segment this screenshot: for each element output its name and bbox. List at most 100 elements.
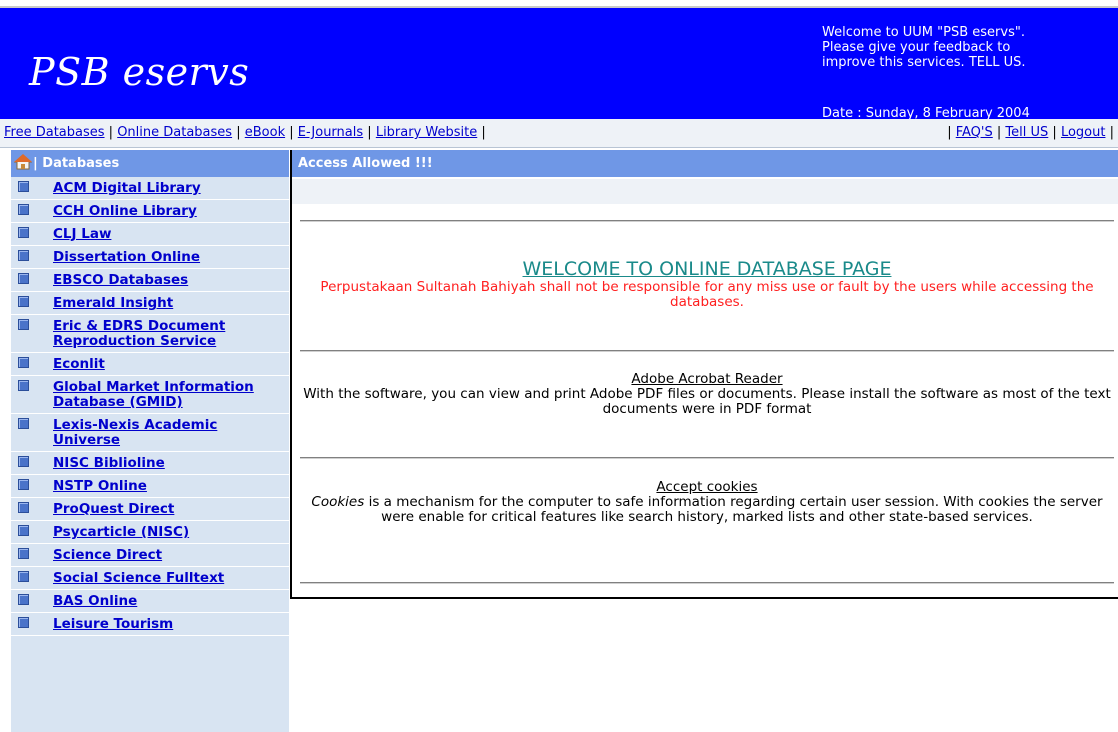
- cookies-text: is a mechanism for the computer to safe …: [364, 494, 1103, 525]
- square-bullet-icon: [18, 181, 29, 192]
- databases-sidebar: | Databases ACM Digital Library CCH Onlin…: [11, 150, 289, 732]
- square-bullet-icon: [18, 273, 29, 284]
- sidebar-item-link[interactable]: Social Science Fulltext: [53, 567, 289, 589]
- nav-separator: |: [996, 125, 1002, 140]
- divider: [300, 220, 1114, 222]
- sidebar-item[interactable]: Social Science Fulltext: [11, 567, 289, 590]
- sidebar-item-link[interactable]: Psycarticle (NISC): [53, 521, 289, 543]
- sidebar-title: | Databases: [33, 156, 120, 171]
- cookies-section: Accept cookies Cookies is a mechanism fo…: [300, 480, 1114, 525]
- acrobat-title[interactable]: Adobe Acrobat Reader: [300, 372, 1114, 387]
- square-bullet-icon: [18, 250, 29, 261]
- square-bullet-icon: [18, 502, 29, 513]
- sidebar-item[interactable]: Leisure Tourism: [11, 613, 289, 636]
- square-bullet-icon: [18, 357, 29, 368]
- nav-separator: |: [1052, 125, 1057, 140]
- sidebar-item-link[interactable]: NISC Biblioline: [53, 452, 289, 474]
- welcome-line-1: Welcome to UUM "PSB eservs".: [822, 25, 1025, 40]
- sidebar-item[interactable]: Lexis-Nexis Academic Universe: [11, 414, 289, 452]
- sidebar-item[interactable]: NSTP Online: [11, 475, 289, 498]
- sidebar-item[interactable]: CLJ Law: [11, 223, 289, 246]
- sidebar-header: | Databases: [11, 150, 289, 177]
- sidebar-item[interactable]: Emerald Insight: [11, 292, 289, 315]
- square-bullet-icon: [18, 594, 29, 605]
- sidebar-item[interactable]: NISC Biblioline: [11, 452, 289, 475]
- home-icon[interactable]: [13, 153, 33, 171]
- nav-e-journals[interactable]: E-Journals: [298, 125, 363, 140]
- sidebar-item[interactable]: CCH Online Library: [11, 200, 289, 223]
- access-status: Access Allowed !!!: [298, 156, 433, 171]
- square-bullet-icon: [18, 548, 29, 559]
- cookies-paragraph: Cookies is a mechanism for the computer …: [300, 495, 1114, 525]
- sidebar-item-link[interactable]: Eric & EDRS Document Reproduction Servic…: [53, 315, 289, 352]
- square-bullet-icon: [18, 319, 29, 330]
- window-top-edge: [0, 0, 1118, 8]
- sidebar-item-link[interactable]: Lexis-Nexis Academic Universe: [53, 414, 289, 451]
- site-logo: PSB eservs: [29, 50, 250, 94]
- nav-separator: |: [1109, 125, 1114, 140]
- sidebar-item-link[interactable]: ACM Digital Library: [53, 177, 289, 199]
- nav-tell-us[interactable]: Tell US: [1005, 125, 1048, 140]
- nav-ebook[interactable]: eBook: [245, 125, 285, 140]
- square-bullet-icon: [18, 204, 29, 215]
- nav-separator: |: [947, 125, 952, 140]
- cookies-title[interactable]: Accept cookies: [300, 480, 1114, 495]
- square-bullet-icon: [18, 380, 29, 391]
- square-bullet-icon: [18, 296, 29, 307]
- square-bullet-icon: [18, 418, 29, 429]
- cookies-term: Cookies: [311, 494, 365, 510]
- acrobat-text: With the software, you can view and prin…: [303, 386, 1111, 417]
- sidebar-item[interactable]: Psycarticle (NISC): [11, 521, 289, 544]
- sub-strip: [292, 179, 1118, 204]
- top-nav: Free Databases | Online Databases | eBoo…: [0, 119, 1118, 148]
- square-bullet-icon: [18, 479, 29, 490]
- nav-separator: |: [108, 125, 114, 140]
- sidebar-item[interactable]: Econlit: [11, 353, 289, 376]
- sidebar-item[interactable]: EBSCO Databases: [11, 269, 289, 292]
- sidebar-item[interactable]: Eric & EDRS Document Reproduction Servic…: [11, 315, 289, 353]
- disclaimer-text: Perpustakaan Sultanah Bahiyah shall not …: [320, 279, 1094, 310]
- database-list: ACM Digital Library CCH Online Library CLJ…: [11, 177, 289, 636]
- sidebar-item[interactable]: ProQuest Direct: [11, 498, 289, 521]
- welcome-line-3: improve this services. TELL US.: [822, 55, 1026, 70]
- nav-library-website[interactable]: Library Website: [376, 125, 477, 140]
- sidebar-item-link[interactable]: BAS Online: [53, 590, 289, 612]
- sidebar-item-link[interactable]: CCH Online Library: [53, 200, 289, 222]
- divider: [300, 582, 1114, 584]
- square-bullet-icon: [18, 617, 29, 628]
- sidebar-item[interactable]: Dissertation Online: [11, 246, 289, 269]
- nav-online-databases[interactable]: Online Databases: [117, 125, 232, 140]
- sidebar-item-link[interactable]: Emerald Insight: [53, 292, 289, 314]
- sidebar-item-link[interactable]: Science Direct: [53, 544, 289, 566]
- sidebar-item[interactable]: Science Direct: [11, 544, 289, 567]
- sidebar-item-link[interactable]: Dissertation Online: [53, 246, 289, 268]
- sidebar-item-link[interactable]: Econlit: [53, 353, 289, 375]
- nav-separator: |: [236, 125, 241, 140]
- sidebar-item-link[interactable]: ProQuest Direct: [53, 498, 289, 520]
- sidebar-item[interactable]: Global Market Information Database (GMID…: [11, 376, 289, 414]
- nav-faqs[interactable]: FAQ'S: [956, 125, 993, 140]
- nav-separator: |: [481, 125, 486, 140]
- sidebar-item[interactable]: ACM Digital Library: [11, 177, 289, 200]
- acrobat-section: Adobe Acrobat Reader With the software, …: [300, 372, 1114, 417]
- square-bullet-icon: [18, 456, 29, 467]
- site-banner: PSB eservs Welcome to UUM "PSB eservs". …: [0, 8, 1118, 121]
- welcome-title: WELCOME TO ONLINE DATABASE PAGE: [522, 258, 892, 280]
- nav-free-databases[interactable]: Free Databases: [4, 125, 105, 140]
- sidebar-item-link[interactable]: Global Market Information Database (GMID…: [53, 376, 289, 413]
- welcome-line-2: Please give your feedback to: [822, 40, 1011, 55]
- divider: [300, 457, 1114, 459]
- sidebar-item[interactable]: BAS Online: [11, 590, 289, 613]
- nav-logout[interactable]: Logout: [1061, 125, 1106, 140]
- square-bullet-icon: [18, 571, 29, 582]
- nav-left: Free Databases | Online Databases | eBoo…: [4, 125, 486, 140]
- sidebar-item-link[interactable]: CLJ Law: [53, 223, 289, 245]
- square-bullet-icon: [18, 525, 29, 536]
- square-bullet-icon: [18, 227, 29, 238]
- sidebar-item-link[interactable]: Leisure Tourism: [53, 613, 289, 635]
- sidebar-item-link[interactable]: EBSCO Databases: [53, 269, 289, 291]
- nav-separator: |: [289, 125, 294, 140]
- nav-right: | FAQ'S | Tell US | Logout |: [947, 125, 1114, 140]
- sidebar-item-link[interactable]: NSTP Online: [53, 475, 289, 497]
- main-header: Access Allowed !!!: [292, 150, 1118, 177]
